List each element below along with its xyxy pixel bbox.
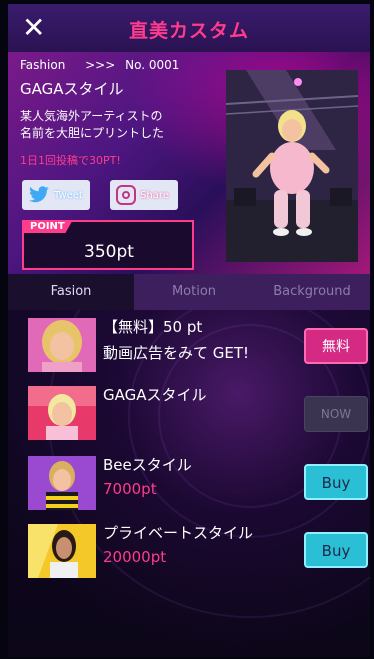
item-thumbnail-image bbox=[28, 386, 96, 440]
page-title: 直美カスタム bbox=[128, 20, 249, 42]
style-name: GAGAスタイル bbox=[20, 80, 124, 98]
item-thumbnail bbox=[28, 386, 96, 440]
item-thumbnail-image bbox=[28, 318, 96, 372]
daily-bonus-text: 1日1回投稿で30PT! bbox=[20, 154, 121, 167]
tweet-label: Tweet bbox=[54, 189, 83, 201]
list-item: プライベートスタイル 20000pt Buy bbox=[8, 520, 370, 580]
category-label: Fashion bbox=[20, 58, 66, 72]
style-info-card: Fashion >>> No. 0001 GAGAスタイル 某人気海外アーティス… bbox=[8, 52, 370, 274]
description-line: 名前を大胆にプリントした bbox=[20, 126, 165, 140]
item-price: 20000pt bbox=[103, 548, 167, 566]
category-row: Fashion >>> No. 0001 bbox=[20, 58, 179, 72]
arrows-label: >>> bbox=[85, 58, 116, 72]
header-bar: ✕ 直美カスタム bbox=[8, 4, 370, 52]
list-item: GAGAスタイル NOW bbox=[8, 382, 370, 442]
buy-button[interactable]: Buy bbox=[304, 464, 368, 500]
share-button[interactable]: Share bbox=[110, 180, 178, 210]
item-thumbnail bbox=[28, 318, 96, 372]
style-description: 某人気海外アーティストの 名前を大胆にプリントした bbox=[20, 108, 220, 142]
item-price: 7000pt bbox=[103, 480, 157, 498]
point-value: 350pt bbox=[84, 242, 134, 262]
share-label: Share bbox=[140, 189, 169, 201]
item-title: Beeスタイル bbox=[103, 456, 192, 474]
point-tag: POINT bbox=[24, 220, 73, 233]
tab-motion[interactable]: Motion bbox=[134, 274, 254, 310]
buy-button[interactable]: Buy bbox=[304, 532, 368, 568]
tab-background[interactable]: Background bbox=[254, 274, 370, 310]
item-thumbnail bbox=[28, 456, 96, 510]
tab-fasion[interactable]: Fasion bbox=[8, 274, 134, 310]
instagram-icon bbox=[116, 185, 136, 205]
free-button[interactable]: 無料 bbox=[304, 328, 368, 364]
point-balance: POINT 350pt bbox=[22, 220, 194, 270]
avatar-stage-image bbox=[226, 70, 358, 262]
item-title: GAGAスタイル bbox=[103, 386, 207, 404]
twitter-bird-icon bbox=[29, 186, 49, 203]
now-button[interactable]: NOW bbox=[304, 396, 368, 432]
list-item: Beeスタイル 7000pt Buy bbox=[8, 452, 370, 512]
item-subtitle: 動画広告をみて GET! bbox=[103, 344, 250, 362]
category-tabs: Fasion Motion Background bbox=[8, 274, 370, 310]
item-thumbnail bbox=[28, 524, 96, 578]
item-title: プライベートスタイル bbox=[103, 524, 254, 542]
tweet-button[interactable]: Tweet bbox=[22, 180, 90, 210]
item-thumbnail-image bbox=[28, 456, 96, 510]
avatar-preview bbox=[226, 70, 358, 262]
description-line: 某人気海外アーティストの bbox=[20, 109, 163, 123]
list-item: 【無料】50 pt 動画広告をみて GET! 無料 bbox=[8, 314, 370, 374]
item-title: 【無料】50 pt bbox=[103, 318, 203, 336]
app-screen: ✕ 直美カスタム Fashion >>> No. 0001 GAGAスタイル 某… bbox=[8, 4, 370, 657]
item-number: No. 0001 bbox=[125, 58, 180, 72]
item-thumbnail-image bbox=[28, 524, 96, 578]
